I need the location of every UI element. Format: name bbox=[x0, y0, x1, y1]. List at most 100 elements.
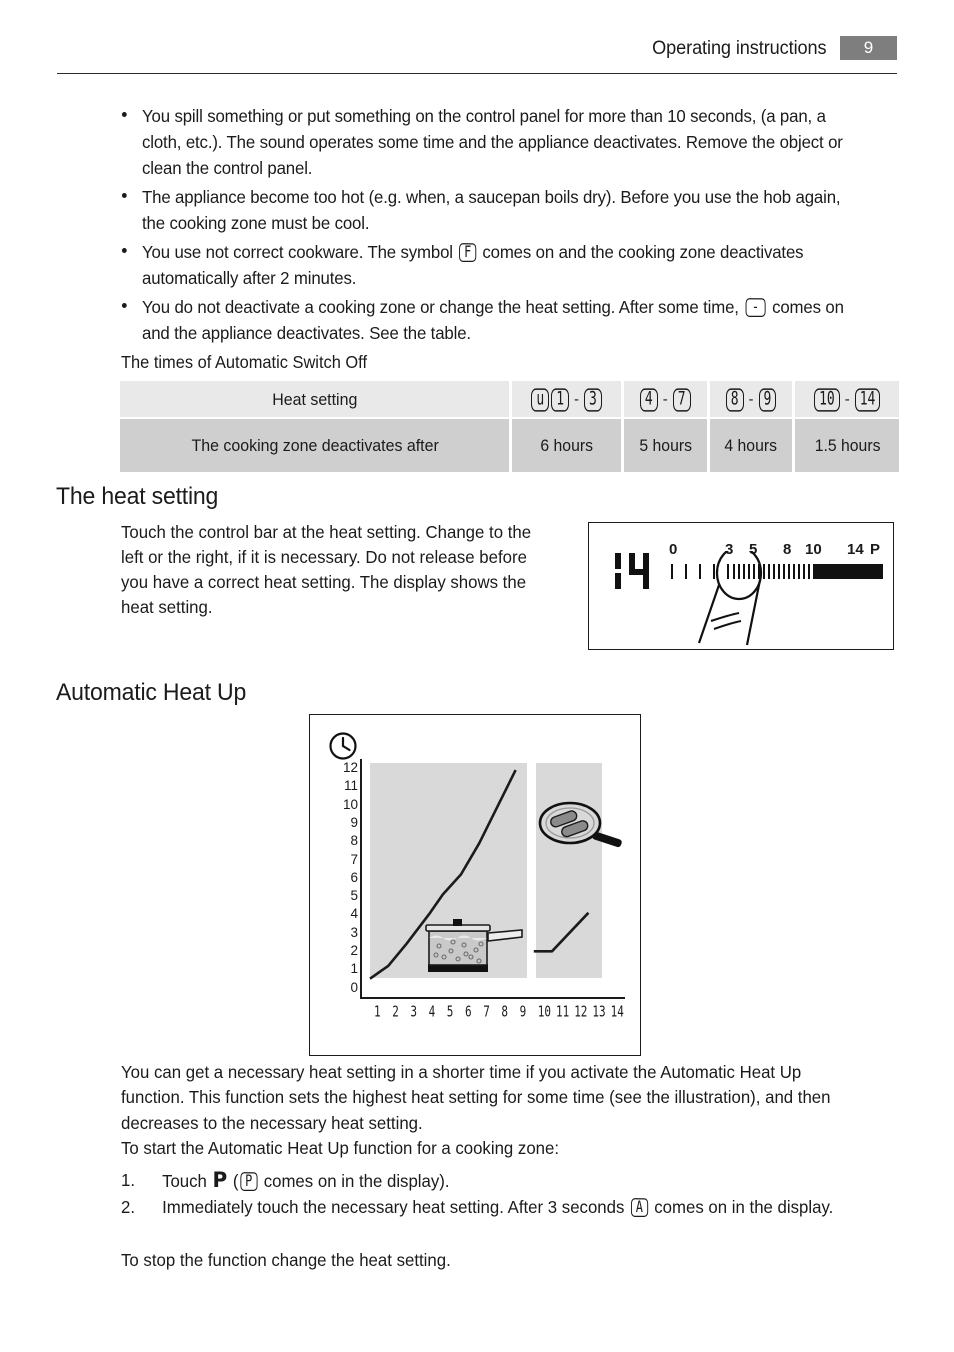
y-tick-5: 5 bbox=[350, 888, 358, 904]
x-tick-4: 4 bbox=[428, 1003, 436, 1021]
x-tick-6: 6 bbox=[465, 1003, 472, 1021]
range-dash: - bbox=[574, 391, 580, 408]
range-dash: - bbox=[844, 391, 850, 408]
lcd-symbol-dash: - bbox=[745, 298, 766, 317]
x-tick-11: 11 bbox=[556, 1003, 570, 1021]
x-tick-14: 14 bbox=[610, 1003, 624, 1021]
auto-heat-up-steps: 1. Touch P (P comes on in the display). 2.… bbox=[121, 1168, 893, 1222]
bullet-item-too-hot: The appliance become too hot (e.g. when,… bbox=[121, 184, 858, 236]
lcd-symbol-p: P bbox=[240, 1172, 258, 1191]
y-tick-9: 9 bbox=[350, 814, 358, 830]
seg-digit-8: 8 bbox=[725, 388, 744, 412]
finger-touch-icon bbox=[697, 551, 763, 646]
seg-digit-14: 14 bbox=[854, 388, 881, 412]
bullet-dot-icon bbox=[121, 193, 127, 198]
bar-label-14: 14 bbox=[847, 541, 864, 558]
heat-setting-range-3: 8-9 bbox=[709, 381, 793, 417]
y-tick-0: 0 bbox=[350, 979, 358, 995]
bar-label-0: 0 bbox=[669, 541, 678, 558]
bullet-dot-icon bbox=[121, 303, 127, 308]
auto-heat-up-description: You can get a necessary heat setting in … bbox=[121, 1060, 858, 1162]
x-tick-7: 7 bbox=[483, 1003, 490, 1021]
step-text: Touch P (P comes on in the display). bbox=[162, 1168, 450, 1192]
seg-digit-9: 9 bbox=[758, 388, 777, 412]
header-divider bbox=[57, 73, 897, 74]
step-number: 1. bbox=[121, 1170, 136, 1190]
heat-setting-range-4: 10-14 bbox=[795, 381, 899, 417]
y-tick-12: 12 bbox=[342, 760, 358, 775]
frying-pan-icon bbox=[538, 801, 622, 848]
lcd-symbol-f: F bbox=[459, 243, 476, 262]
auto-heat-up-paragraph-2: To start the Automatic Heat Up function … bbox=[121, 1138, 560, 1159]
table-header-deactivates-after: The cooking zone deactivates after bbox=[120, 419, 510, 472]
y-tick-4: 4 bbox=[350, 906, 358, 922]
bullet-text: You use not correct cookware. The symbol… bbox=[142, 241, 804, 288]
bar-tick bbox=[671, 564, 673, 579]
bullet-dot-icon bbox=[121, 248, 127, 253]
seg-digit-4: 4 bbox=[639, 388, 658, 412]
auto-switch-off-bullet-list: You spill something or put something on … bbox=[121, 103, 858, 349]
y-tick-8: 8 bbox=[350, 833, 358, 849]
seg-digit-7: 7 bbox=[672, 388, 691, 412]
deactivation-time-4: 1.5 hours bbox=[795, 419, 899, 472]
chart-x-axis-labels: 1 2 3 4 5 6 7 8 9 10 11 12 13 14 bbox=[360, 1003, 628, 1023]
bullet-item-spill: You spill something or put something on … bbox=[121, 103, 858, 181]
bullet-text: The appliance become too hot (e.g. when,… bbox=[142, 187, 841, 233]
y-tick-6: 6 bbox=[350, 869, 358, 885]
x-tick-10: 10 bbox=[537, 1003, 552, 1021]
y-tick-3: 3 bbox=[350, 924, 358, 940]
x-tick-8: 8 bbox=[501, 1003, 509, 1021]
deactivation-time-3: 4 hours bbox=[709, 419, 793, 472]
power-boost-glyph: P bbox=[212, 1168, 228, 1192]
y-tick-10: 10 bbox=[342, 796, 358, 812]
range-dash: - bbox=[748, 391, 754, 408]
step-text: Immediately touch the necessary heat set… bbox=[162, 1197, 834, 1218]
bar-label-p: P bbox=[870, 541, 881, 558]
auto-heat-up-paragraph-1: You can get a necessary heat setting in … bbox=[121, 1062, 831, 1133]
heading-automatic-heat-up: Automatic Heat Up bbox=[56, 679, 247, 706]
bullet-item-wrong-cookware: You use not correct cookware. The symbol… bbox=[121, 239, 858, 291]
x-tick-2: 2 bbox=[392, 1003, 399, 1021]
table-caption: The times of Automatic Switch Off bbox=[121, 352, 368, 372]
step-number: 2. bbox=[121, 1197, 136, 1218]
boiling-pot-icon bbox=[425, 919, 523, 972]
control-bar-figure: 0 3 5 8 10 14 P bbox=[588, 522, 894, 650]
x-tick-5: 5 bbox=[446, 1003, 454, 1021]
bullet-item-no-change: You do not deactivate a cooking zone or … bbox=[121, 294, 858, 346]
seg-digit-1: 1 bbox=[551, 388, 570, 412]
clock-icon bbox=[329, 732, 357, 760]
lcd-display-icon bbox=[605, 551, 659, 595]
y-tick-11: 11 bbox=[343, 778, 358, 794]
bullet-text: You spill something or put something on … bbox=[142, 106, 843, 178]
heading-the-heat-setting: The heat setting bbox=[56, 483, 219, 510]
heat-setting-range-2: 4-7 bbox=[623, 381, 707, 417]
control-bar-power-segment bbox=[813, 564, 883, 579]
heat-setting-range-1: u1-3 bbox=[512, 381, 621, 417]
automatic-heat-up-chart: 12 11 10 9 8 7 6 5 4 3 2 1 0 1 2 3 4 5 6… bbox=[309, 714, 641, 1056]
y-tick-2: 2 bbox=[350, 943, 358, 958]
bullet-dot-icon bbox=[121, 112, 127, 117]
y-tick-1: 1 bbox=[350, 961, 358, 977]
page-number-badge: 9 bbox=[840, 36, 897, 60]
deactivation-time-1: 6 hours bbox=[512, 419, 621, 472]
x-tick-12: 12 bbox=[574, 1003, 588, 1021]
step-item-2: 2. Immediately touch the necessary heat s… bbox=[121, 1195, 858, 1220]
step-item-1: 1. Touch P (P comes on in the display). bbox=[121, 1168, 858, 1194]
heat-setting-body-text: Touch the control bar at the heat settin… bbox=[121, 522, 532, 617]
seg-digit-u: u bbox=[531, 388, 550, 412]
x-tick-1: 1 bbox=[374, 1003, 381, 1021]
table-row: The cooking zone deactivates after 6 hour… bbox=[120, 419, 899, 472]
auto-heat-up-closing: To stop the function change the heat set… bbox=[121, 1250, 451, 1270]
range-dash: - bbox=[662, 391, 668, 408]
page-title: Operating instructions bbox=[651, 36, 826, 59]
y-tick-7: 7 bbox=[350, 851, 358, 867]
bullet-text: You do not deactivate a cooking zone or … bbox=[142, 296, 844, 343]
deactivation-time-2: 5 hours bbox=[623, 419, 707, 472]
page-header: Operating instructions 9 bbox=[57, 30, 897, 75]
table-header-heat-setting: Heat setting bbox=[120, 381, 510, 417]
x-tick-3: 3 bbox=[410, 1003, 418, 1021]
x-tick-9: 9 bbox=[519, 1003, 527, 1021]
seg-digit-10: 10 bbox=[814, 388, 840, 412]
lcd-symbol-a: A bbox=[630, 1198, 648, 1217]
table-row: Heat setting u 1-3 4-7 8-9 10-14 bbox=[120, 381, 899, 417]
